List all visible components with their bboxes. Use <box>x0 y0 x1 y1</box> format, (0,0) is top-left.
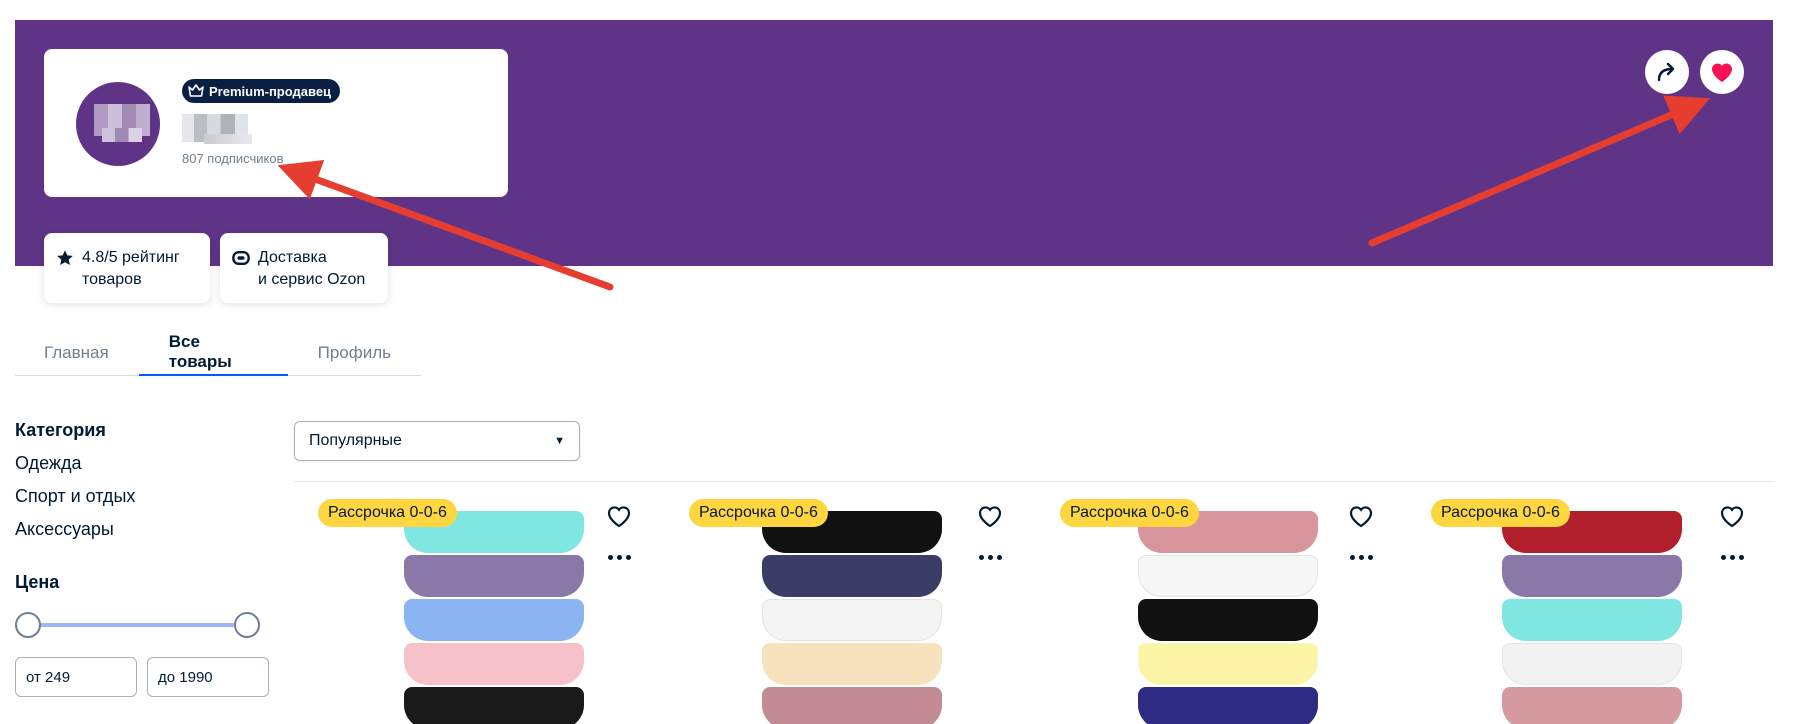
seller-name-blurred-part <box>204 134 252 144</box>
rating-subtext: товаров <box>82 271 142 288</box>
price-to-input[interactable]: до 1990 <box>147 657 269 697</box>
filters-sidebar: Категория Одежда Спорт и отдых Аксессуар… <box>15 420 275 697</box>
ozon-logo-icon <box>232 250 250 266</box>
installment-badge: Рассрочка 0-0-6 <box>1431 499 1570 527</box>
installment-badge: Рассрочка 0-0-6 <box>689 499 828 527</box>
price-filter-title: Цена <box>15 572 60 592</box>
product-garment-stripe <box>1138 555 1318 597</box>
category-item-clothes[interactable]: Одежда <box>15 453 275 474</box>
avatar-blurred-logo-part <box>102 128 142 142</box>
more-options-icon[interactable] <box>604 555 634 565</box>
product-garment-stripe <box>404 643 584 685</box>
category-item-accessories[interactable]: Аксессуары <box>15 519 275 540</box>
product-image[interactable] <box>374 511 614 724</box>
product-garment-stripe <box>1138 599 1318 641</box>
product-image[interactable] <box>732 511 972 724</box>
premium-seller-badge: Premium-продавец <box>182 79 341 103</box>
seller-card: Premium-продавец 807 подписчиков <box>44 49 508 197</box>
more-options-icon[interactable] <box>975 555 1005 565</box>
rating-chip[interactable]: 4.8/5 рейтинг товаров <box>44 233 210 303</box>
product-garment-stripe <box>762 599 942 641</box>
price-from-input[interactable]: от 249 <box>15 657 137 697</box>
store-tabs: Главная Все товары Профиль <box>15 330 421 376</box>
favorite-heart-icon[interactable] <box>1346 501 1376 531</box>
more-options-icon[interactable] <box>1717 555 1747 565</box>
product-card[interactable]: Рассрочка 0-0-6 <box>665 495 1005 724</box>
more-options-icon[interactable] <box>1346 555 1376 565</box>
product-card[interactable]: Рассрочка 0-0-6 <box>294 495 634 724</box>
product-garment-stripe <box>1502 599 1682 641</box>
delivery-text: Доставка <box>258 249 327 266</box>
product-garment-stripe <box>762 687 942 724</box>
premium-seller-label: Premium-продавец <box>209 83 332 99</box>
product-garment-stripe <box>1502 643 1682 685</box>
product-garment-stripe <box>762 555 942 597</box>
share-arrow-icon <box>1657 62 1675 82</box>
price-range-slider <box>15 611 260 639</box>
product-garment-stripe <box>404 555 584 597</box>
favorite-heart-icon[interactable] <box>1717 501 1747 531</box>
price-slider-min-handle[interactable] <box>15 612 41 638</box>
product-card[interactable]: Рассрочка 0-0-6 <box>1407 495 1747 724</box>
product-garment-stripe <box>1502 687 1682 724</box>
favorite-heart-icon[interactable] <box>604 501 634 531</box>
delivery-subtext: и сервис Ozon <box>258 271 366 288</box>
delivery-chip[interactable]: Доставка и сервис Ozon <box>220 233 388 303</box>
sort-dropdown[interactable]: Популярные ▼ <box>294 421 580 461</box>
product-garment-stripe <box>1138 687 1318 724</box>
share-button[interactable] <box>1645 50 1689 94</box>
product-garment-stripe <box>1502 555 1682 597</box>
tab-all-products[interactable]: Все товары <box>138 330 288 376</box>
installment-badge: Рассрочка 0-0-6 <box>318 499 457 527</box>
price-slider-track[interactable] <box>27 623 248 627</box>
product-image[interactable] <box>1472 511 1712 724</box>
subscribers-count: 807 подписчиков <box>182 151 284 166</box>
category-item-sport[interactable]: Спорт и отдых <box>15 486 275 507</box>
product-image[interactable] <box>1108 511 1348 724</box>
crown-icon <box>188 84 204 97</box>
favorite-heart-icon[interactable] <box>975 501 1005 531</box>
dropdown-caret-icon: ▼ <box>554 435 565 447</box>
price-slider-max-handle[interactable] <box>234 612 260 638</box>
product-garment-stripe <box>1138 643 1318 685</box>
product-card[interactable]: Рассрочка 0-0-6 <box>1036 495 1376 724</box>
tab-main[interactable]: Главная <box>15 330 139 376</box>
sort-selected-value: Популярные <box>309 432 402 449</box>
product-garment-stripe <box>404 599 584 641</box>
subscribe-favorite-button[interactable] <box>1700 50 1744 94</box>
seller-avatar[interactable] <box>76 82 160 166</box>
tab-profile[interactable]: Профиль <box>288 330 421 376</box>
installment-badge: Рассрочка 0-0-6 <box>1060 499 1199 527</box>
rating-text: 4.8/5 рейтинг <box>82 249 180 266</box>
star-icon <box>57 250 73 266</box>
product-garment-stripe <box>404 687 584 724</box>
product-garment-stripe <box>762 643 942 685</box>
divider <box>294 481 1774 482</box>
category-filter-title: Категория <box>15 420 106 440</box>
heart-filled-icon <box>1711 63 1733 82</box>
